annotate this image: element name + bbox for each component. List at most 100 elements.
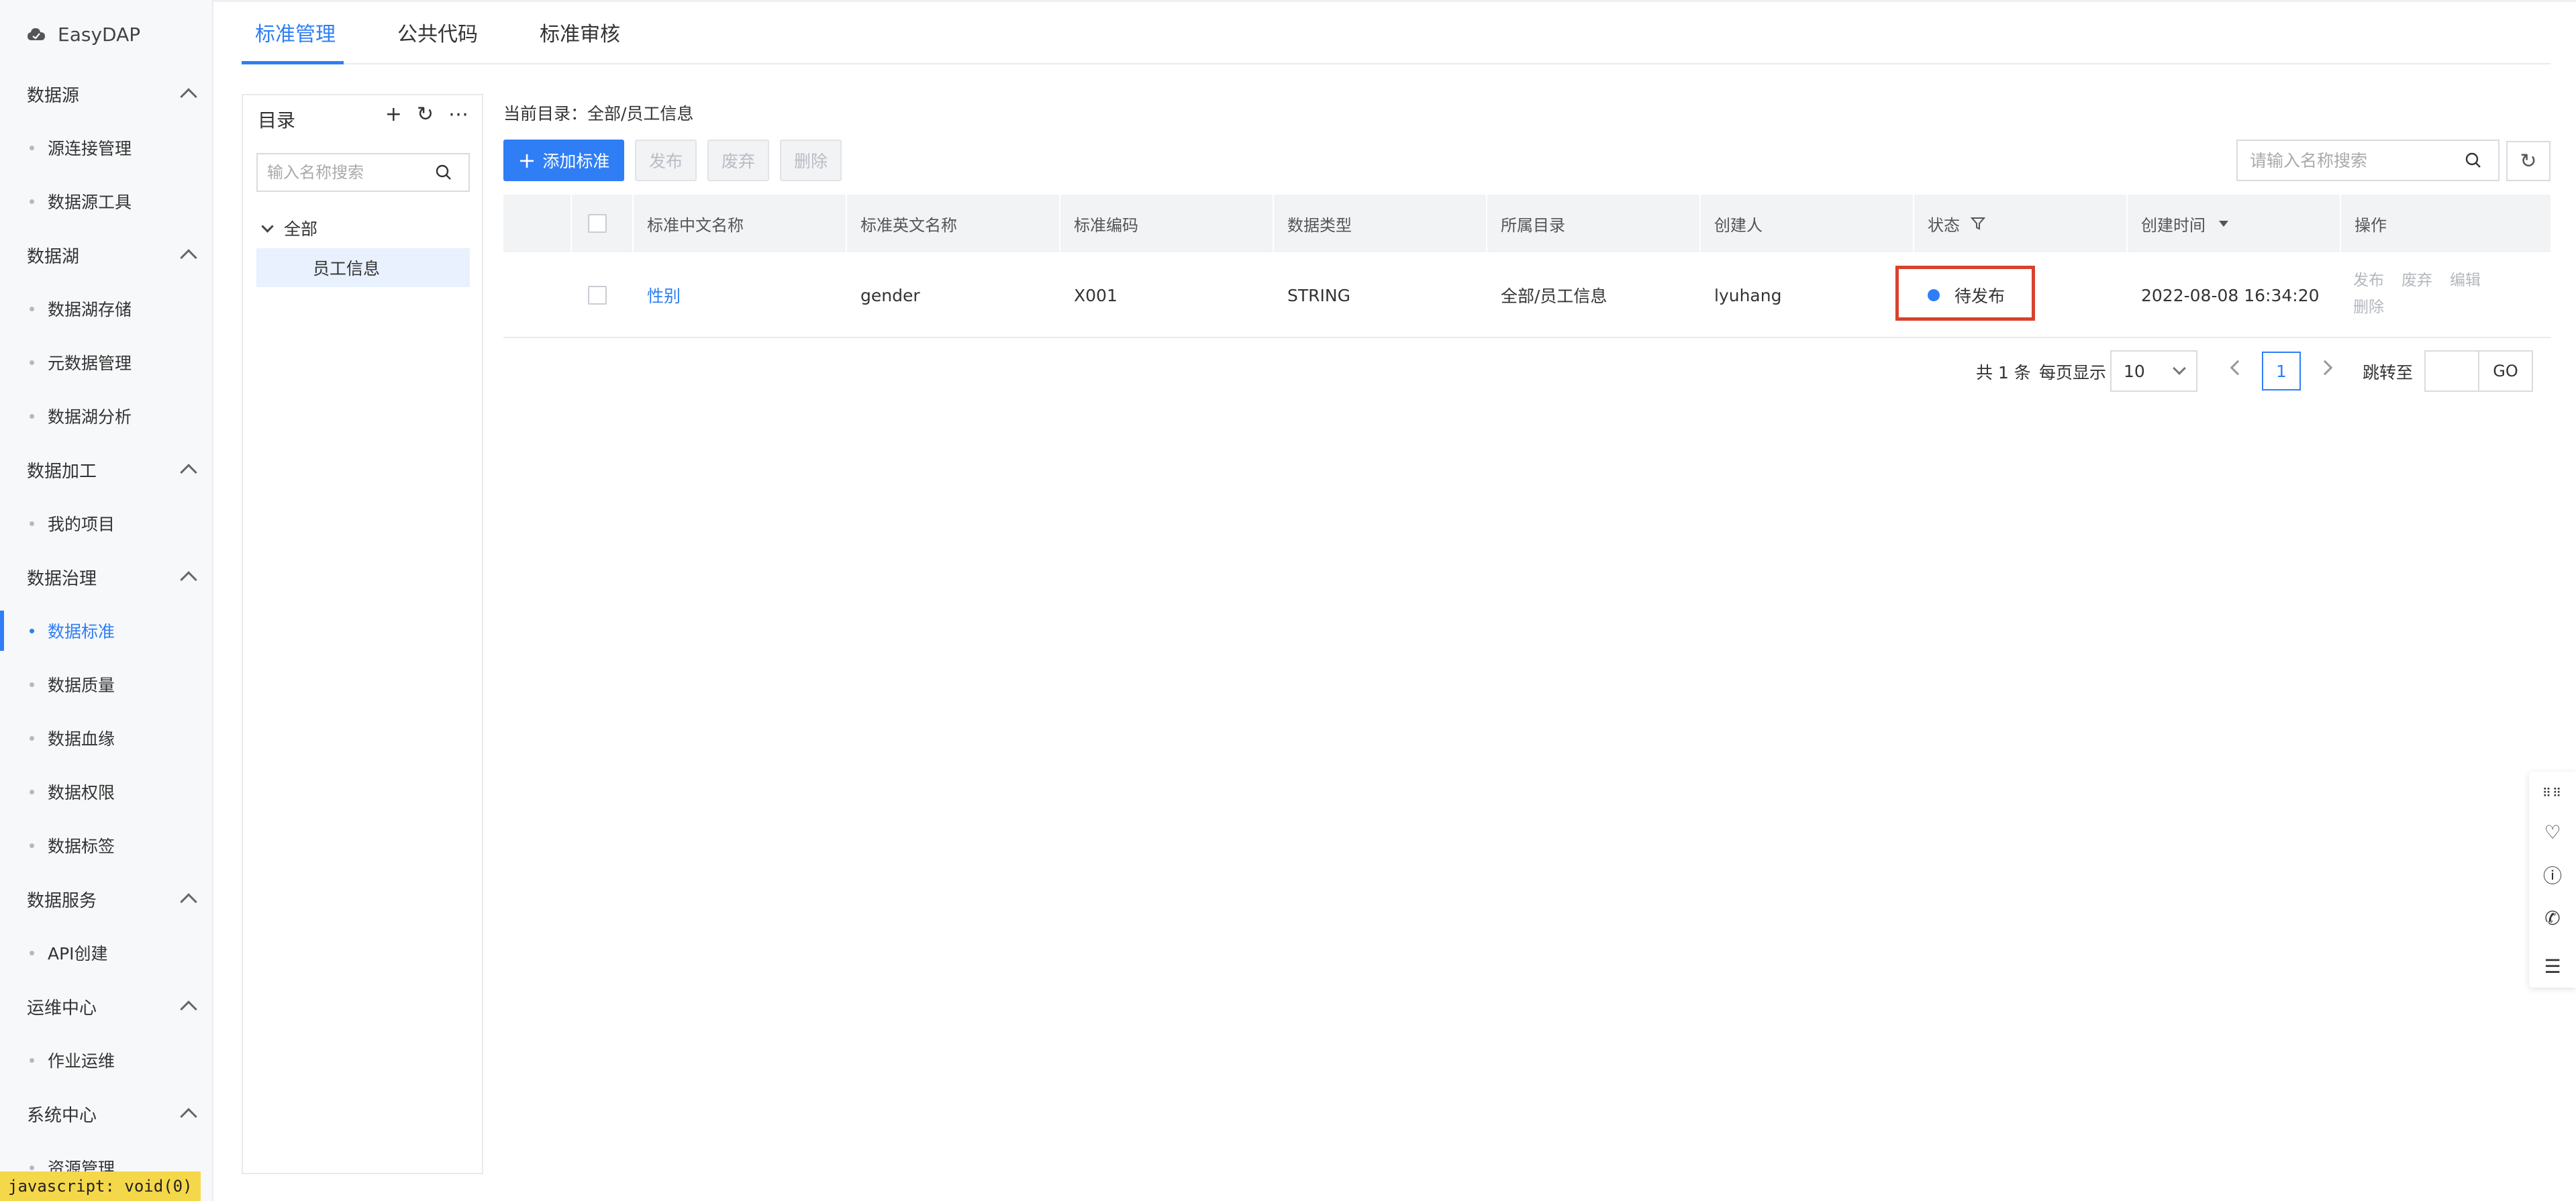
refresh-icon[interactable]: ↻	[417, 105, 434, 125]
table-header: 标准中文名称 标准英文名称 标准编码 数据类型 所属目录 创建人 状态 创建时间…	[503, 195, 2550, 252]
app-name: EasyDAP	[58, 23, 141, 46]
standard-search-input[interactable]	[2250, 142, 2465, 178]
app-logo[interactable]: EasyDAP	[27, 19, 140, 50]
sidebar-item-job-ops[interactable]: 作业运维	[0, 1040, 212, 1080]
nav-group-system[interactable]: 系统中心	[27, 1094, 201, 1134]
go-button[interactable]: GO	[2478, 350, 2533, 392]
row-publish-link[interactable]: 发布	[2353, 272, 2384, 289]
sidebar-item-label: 作业运维	[48, 1051, 115, 1071]
floating-toolbar: ⠿⠿ ♡ ⓘ ✆ ☰	[2529, 772, 2576, 988]
prev-page-icon[interactable]	[2230, 360, 2246, 376]
sidebar-item-label: 数据湖存储	[48, 300, 132, 319]
nav-group-label: 系统中心	[27, 1105, 97, 1126]
list-icon[interactable]: ☰	[2529, 947, 2576, 985]
nav-group-ops[interactable]: 运维中心	[27, 986, 201, 1027]
row-edit-link[interactable]: 编辑	[2450, 272, 2481, 289]
sidebar-item-api-create[interactable]: API创建	[0, 933, 212, 973]
tree-search-input[interactable]	[267, 156, 435, 189]
column-divider	[1273, 195, 1274, 252]
per-page-select[interactable]: 10	[2110, 350, 2197, 392]
status-highlight-box	[1895, 266, 2035, 321]
sidebar-item-lake-storage[interactable]: 数据湖存储	[0, 289, 212, 329]
bullet-icon	[30, 735, 34, 741]
row-delete-link[interactable]: 删除	[2353, 299, 2384, 316]
tab-public-codes[interactable]: 公共代码	[397, 17, 478, 47]
sort-down-icon[interactable]	[2219, 220, 2228, 227]
search-icon[interactable]	[2465, 152, 2482, 169]
select-all-checkbox[interactable]	[588, 214, 607, 233]
discard-button[interactable]: 废弃	[707, 140, 769, 181]
nav-group-datalake[interactable]: 数据湖	[27, 235, 201, 275]
search-icon[interactable]	[435, 164, 452, 181]
tab-standard-management[interactable]: 标准管理	[255, 17, 336, 47]
sidebar-item-my-projects[interactable]: 我的项目	[0, 503, 212, 543]
nav-group-label: 数据治理	[27, 568, 97, 589]
standard-search-box	[2236, 140, 2499, 181]
goto-page-input[interactable]	[2424, 350, 2479, 392]
nav-group-label: 数据源	[27, 85, 80, 106]
sidebar-item-data-tags[interactable]: 数据标签	[0, 825, 212, 866]
sidebar-item-data-quality[interactable]: 数据质量	[0, 664, 212, 704]
row-checkbox[interactable]	[588, 286, 607, 305]
column-header-creator: 创建人	[1714, 215, 1763, 235]
sidebar-item-lake-analysis[interactable]: 数据湖分析	[0, 396, 212, 436]
sidebar-item-metadata[interactable]: 元数据管理	[0, 342, 212, 382]
column-header-created[interactable]: 创建时间	[2141, 195, 2228, 252]
goto-label: 跳转至	[2363, 363, 2414, 382]
chevron-up-icon	[180, 249, 197, 266]
sidebar-item-label: 数据标准	[48, 622, 115, 641]
heart-icon[interactable]: ♡	[2529, 813, 2576, 851]
column-divider	[2340, 195, 2341, 252]
sidebar-item-label: API创建	[48, 944, 108, 963]
chevron-up-icon	[180, 1108, 197, 1125]
tab-standard-review[interactable]: 标准审核	[540, 17, 620, 47]
add-standard-label: 添加标准	[542, 152, 610, 171]
add-standard-button[interactable]: + 添加标准	[503, 140, 624, 181]
column-divider	[846, 195, 847, 252]
standard-name-link[interactable]: 性别	[647, 283, 681, 307]
page-number-current[interactable]: 1	[2262, 352, 2301, 390]
sidebar-item-data-standards[interactable]: 数据标准	[0, 611, 212, 651]
nav-group-datasource[interactable]: 数据源	[27, 74, 201, 114]
cell-data-type: STRING	[1287, 285, 1350, 305]
caret-down-icon[interactable]	[261, 219, 274, 233]
filter-icon[interactable]	[1971, 216, 1985, 231]
select-all-cell	[588, 195, 607, 252]
tree-search-box	[256, 153, 470, 192]
bullet-icon	[30, 360, 34, 365]
sidebar-item-label: 数据血缘	[48, 729, 115, 749]
add-icon[interactable]: +	[385, 105, 402, 125]
pagination-per-page-label: 每页显示	[2039, 363, 2107, 382]
sidebar-item-source-connections[interactable]: 源连接管理	[0, 127, 212, 168]
sidebar-item-data-lineage[interactable]: 数据血缘	[0, 718, 212, 758]
nav-group-label: 运维中心	[27, 998, 97, 1019]
breadcrumb: 当前目录：全部/员工信息	[503, 104, 694, 123]
bullet-icon	[30, 306, 34, 311]
sidebar-item-data-permissions[interactable]: 数据权限	[0, 772, 212, 812]
pagination-total: 共 1 条	[1976, 363, 2031, 382]
delete-button[interactable]: 删除	[780, 140, 842, 181]
publish-button[interactable]: 发布	[635, 140, 697, 181]
phone-icon[interactable]: ✆	[2529, 899, 2576, 937]
sidebar-item-label: 数据质量	[48, 676, 115, 695]
sidebar-item-source-tools[interactable]: 数据源工具	[0, 181, 212, 221]
nav-group-services[interactable]: 数据服务	[27, 879, 201, 919]
more-icon[interactable]: ⋯	[448, 105, 468, 125]
row-discard-link[interactable]: 废弃	[2401, 272, 2432, 289]
table-refresh-button[interactable]: ↻	[2506, 141, 2550, 181]
tree-node-all[interactable]: 全部	[261, 216, 317, 240]
sidebar: EasyDAP 数据源 源连接管理 数据源工具 数据湖 数据湖存储 元数据管理 …	[0, 0, 213, 1201]
cell-en-name: gender	[860, 285, 920, 305]
nav-group-processing[interactable]: 数据加工	[27, 450, 201, 490]
sidebar-item-label: 数据标签	[48, 837, 115, 856]
cell-code: X001	[1074, 285, 1118, 305]
nav-group-governance[interactable]: 数据治理	[27, 557, 201, 597]
help-icon[interactable]: ⓘ	[2529, 856, 2576, 894]
tree-node-label: 员工信息	[313, 259, 381, 278]
row-select-cell	[588, 252, 607, 338]
column-header-status[interactable]: 状态	[1928, 195, 1985, 252]
grip-icon[interactable]: ⠿⠿	[2529, 774, 2576, 812]
next-page-icon[interactable]	[2317, 360, 2333, 376]
bullet-icon	[30, 628, 34, 633]
tree-node-employee-info[interactable]: 员工信息	[256, 248, 470, 287]
